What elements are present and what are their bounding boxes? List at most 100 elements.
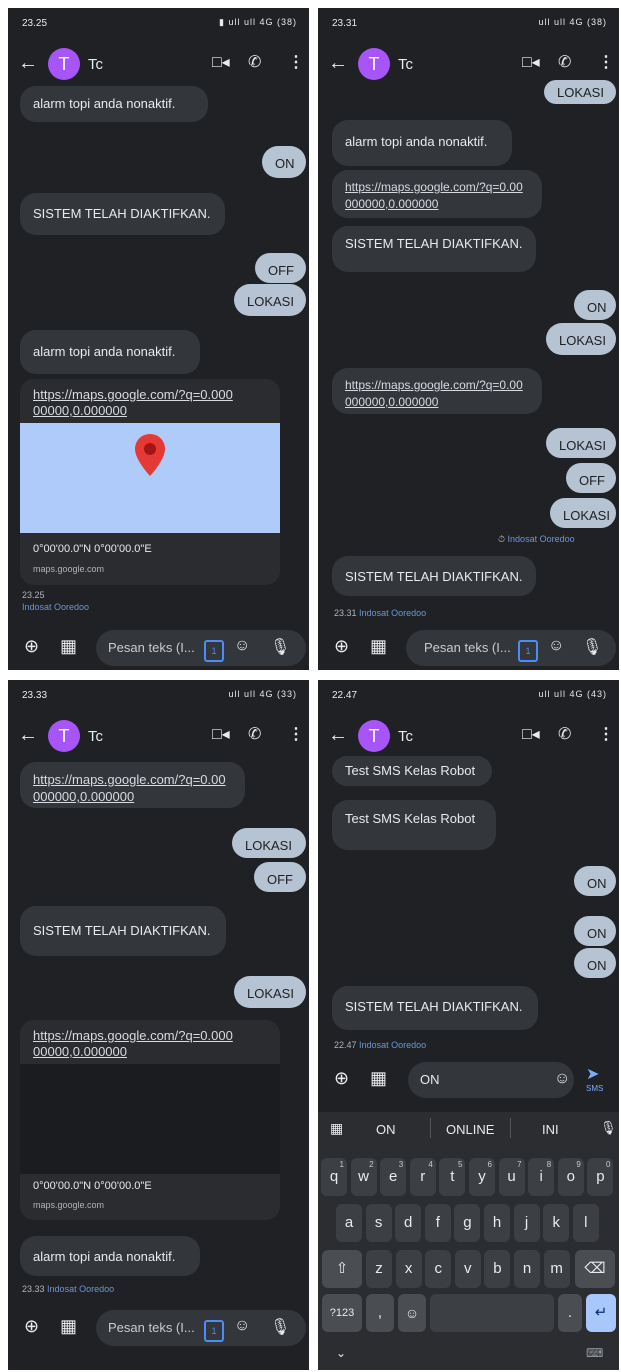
key-r[interactable]: r4 bbox=[409, 1158, 436, 1196]
incoming-message[interactable]: alarm topi anda nonaktif. bbox=[332, 120, 512, 166]
gallery-icon[interactable]: ▦ bbox=[60, 1316, 77, 1337]
mic-icon[interactable]: 🎙 bbox=[582, 637, 602, 657]
map-link[interactable]: https://maps.google.com/?q=0.00000000,0.… bbox=[332, 170, 542, 218]
outgoing-message[interactable]: LOKASI bbox=[544, 80, 616, 104]
incoming-message[interactable]: SISTEM TELAH DIAKTIFKAN. bbox=[332, 986, 538, 1030]
map-link[interactable]: https://maps.google.com/?q=0.00000000,0.… bbox=[332, 368, 542, 414]
outgoing-message[interactable]: OFF bbox=[255, 253, 306, 283]
sim-icon[interactable]: 1 bbox=[204, 640, 224, 662]
incoming-message[interactable]: SISTEM TELAH DIAKTIFKAN. bbox=[332, 226, 536, 272]
more-vert-icon[interactable]: ⋮ bbox=[288, 724, 304, 744]
incoming-message[interactable]: SISTEM TELAH DIAKTIFKAN. bbox=[332, 556, 536, 596]
outgoing-message[interactable]: LOKASI bbox=[232, 828, 306, 858]
incoming-message[interactable]: alarm topi anda nonaktif. bbox=[20, 1236, 200, 1276]
send-icon[interactable]: ➤ bbox=[586, 1064, 599, 1084]
emoji-key[interactable]: ☺ bbox=[398, 1294, 426, 1332]
mic-icon[interactable]: 🎙 bbox=[270, 637, 290, 657]
add-circle-icon[interactable]: ⊕ bbox=[24, 636, 39, 657]
emoji-icon[interactable]: ☺ bbox=[554, 1070, 570, 1088]
suggestion-3[interactable]: INI bbox=[542, 1122, 559, 1137]
video-call-icon[interactable]: □◂ bbox=[212, 52, 230, 72]
video-call-icon[interactable]: □◂ bbox=[212, 724, 230, 744]
avatar[interactable]: T bbox=[48, 48, 80, 80]
outgoing-message[interactable]: OFF bbox=[566, 463, 616, 493]
mic-icon[interactable]: 🎙 bbox=[270, 1317, 290, 1337]
backspace-key[interactable]: ⌫ bbox=[575, 1250, 615, 1288]
back-arrow-icon[interactable]: ← bbox=[18, 724, 38, 747]
incoming-message[interactable]: alarm topi anda nonaktif. bbox=[20, 86, 208, 122]
outgoing-message[interactable]: ON bbox=[574, 866, 616, 896]
key-j[interactable]: j bbox=[513, 1204, 540, 1242]
key-q[interactable]: q1 bbox=[321, 1158, 347, 1196]
avatar[interactable]: T bbox=[358, 720, 390, 752]
link-preview-card[interactable]: https://maps.google.com/?q=0.00000000,0.… bbox=[20, 379, 280, 585]
sim-icon[interactable]: 1 bbox=[518, 640, 538, 662]
enter-key[interactable]: ↵ bbox=[586, 1294, 616, 1332]
map-link[interactable]: https://maps.google.com/?q=0.00000000,0.… bbox=[20, 762, 245, 808]
incoming-message[interactable]: SISTEM TELAH DIAKTIFKAN. bbox=[20, 906, 226, 956]
space-key[interactable] bbox=[430, 1294, 554, 1332]
avatar[interactable]: T bbox=[358, 48, 390, 80]
link-preview-card[interactable]: https://maps.google.com/?q=0.00000000,0.… bbox=[20, 1020, 280, 1220]
suggestion-2[interactable]: ONLINE bbox=[446, 1122, 494, 1137]
period-key[interactable]: . bbox=[558, 1294, 582, 1332]
key-l[interactable]: l bbox=[572, 1204, 599, 1242]
gallery-icon[interactable]: ▦ bbox=[60, 636, 77, 657]
incoming-message[interactable]: Test SMS Kelas Robot bbox=[332, 800, 496, 850]
incoming-message[interactable]: Test SMS Kelas Robot bbox=[332, 756, 492, 786]
more-vert-icon[interactable]: ⋮ bbox=[598, 724, 614, 744]
contact-name[interactable]: Tc bbox=[88, 728, 103, 745]
back-arrow-icon[interactable]: ← bbox=[328, 724, 348, 747]
key-z[interactable]: z bbox=[366, 1250, 392, 1288]
add-circle-icon[interactable]: ⊕ bbox=[24, 1316, 39, 1337]
key-p[interactable]: p0 bbox=[587, 1158, 614, 1196]
back-arrow-icon[interactable]: ← bbox=[328, 52, 348, 75]
shift-key[interactable]: ⇧ bbox=[322, 1250, 362, 1288]
incoming-message[interactable]: SISTEM TELAH DIAKTIFKAN. bbox=[20, 193, 225, 235]
contact-name[interactable]: Tc bbox=[398, 728, 413, 745]
key-x[interactable]: x bbox=[395, 1250, 422, 1288]
emoji-icon[interactable]: ☺ bbox=[548, 637, 564, 655]
map-preview[interactable] bbox=[20, 423, 280, 533]
key-i[interactable]: i8 bbox=[528, 1158, 555, 1196]
map-link[interactable]: https://maps.google.com/?q=0.00000000,0.… bbox=[20, 1020, 246, 1068]
apps-grid-icon[interactable]: ▦ bbox=[330, 1120, 343, 1137]
key-e[interactable]: e3 bbox=[380, 1158, 407, 1196]
mic-icon[interactable]: 🎙 bbox=[600, 1120, 617, 1136]
comma-key[interactable]: , bbox=[366, 1294, 394, 1332]
contact-name[interactable]: Tc bbox=[398, 56, 413, 73]
key-g[interactable]: g bbox=[454, 1204, 481, 1242]
map-preview[interactable] bbox=[20, 1064, 280, 1174]
back-arrow-icon[interactable]: ← bbox=[18, 52, 38, 75]
phone-icon[interactable]: ✆ bbox=[558, 724, 571, 744]
outgoing-message[interactable]: ON bbox=[574, 948, 616, 978]
add-circle-icon[interactable]: ⊕ bbox=[334, 1068, 349, 1089]
key-b[interactable]: b bbox=[484, 1250, 511, 1288]
emoji-icon[interactable]: ☺ bbox=[234, 1317, 250, 1335]
phone-icon[interactable]: ✆ bbox=[248, 724, 261, 744]
more-vert-icon[interactable]: ⋮ bbox=[288, 52, 304, 72]
outgoing-message[interactable]: LOKASI bbox=[546, 428, 616, 458]
avatar[interactable]: T bbox=[48, 720, 80, 752]
incoming-message[interactable]: alarm topi anda nonaktif. bbox=[20, 330, 200, 374]
key-n[interactable]: n bbox=[514, 1250, 540, 1288]
keyboard-switch-icon[interactable]: ⌨ bbox=[586, 1346, 603, 1360]
add-circle-icon[interactable]: ⊕ bbox=[334, 636, 349, 657]
sim-icon[interactable]: 1 bbox=[204, 1320, 224, 1342]
key-s[interactable]: s bbox=[365, 1204, 392, 1242]
outgoing-message[interactable]: OFF bbox=[254, 862, 306, 892]
outgoing-message[interactable]: ON bbox=[574, 916, 616, 946]
video-call-icon[interactable]: □◂ bbox=[522, 52, 540, 72]
key-t[interactable]: t5 bbox=[439, 1158, 466, 1196]
message-input[interactable]: ON bbox=[408, 1062, 574, 1098]
key-y[interactable]: y6 bbox=[469, 1158, 495, 1196]
key-u[interactable]: u7 bbox=[498, 1158, 525, 1196]
outgoing-message[interactable]: LOKASI bbox=[234, 284, 306, 316]
key-o[interactable]: o9 bbox=[557, 1158, 584, 1196]
emoji-icon[interactable]: ☺ bbox=[234, 637, 250, 655]
more-vert-icon[interactable]: ⋮ bbox=[598, 52, 614, 72]
num-key[interactable]: ?123 bbox=[322, 1294, 362, 1332]
key-w[interactable]: w2 bbox=[350, 1158, 377, 1196]
gallery-icon[interactable]: ▦ bbox=[370, 636, 387, 657]
key-m[interactable]: m bbox=[543, 1250, 570, 1288]
